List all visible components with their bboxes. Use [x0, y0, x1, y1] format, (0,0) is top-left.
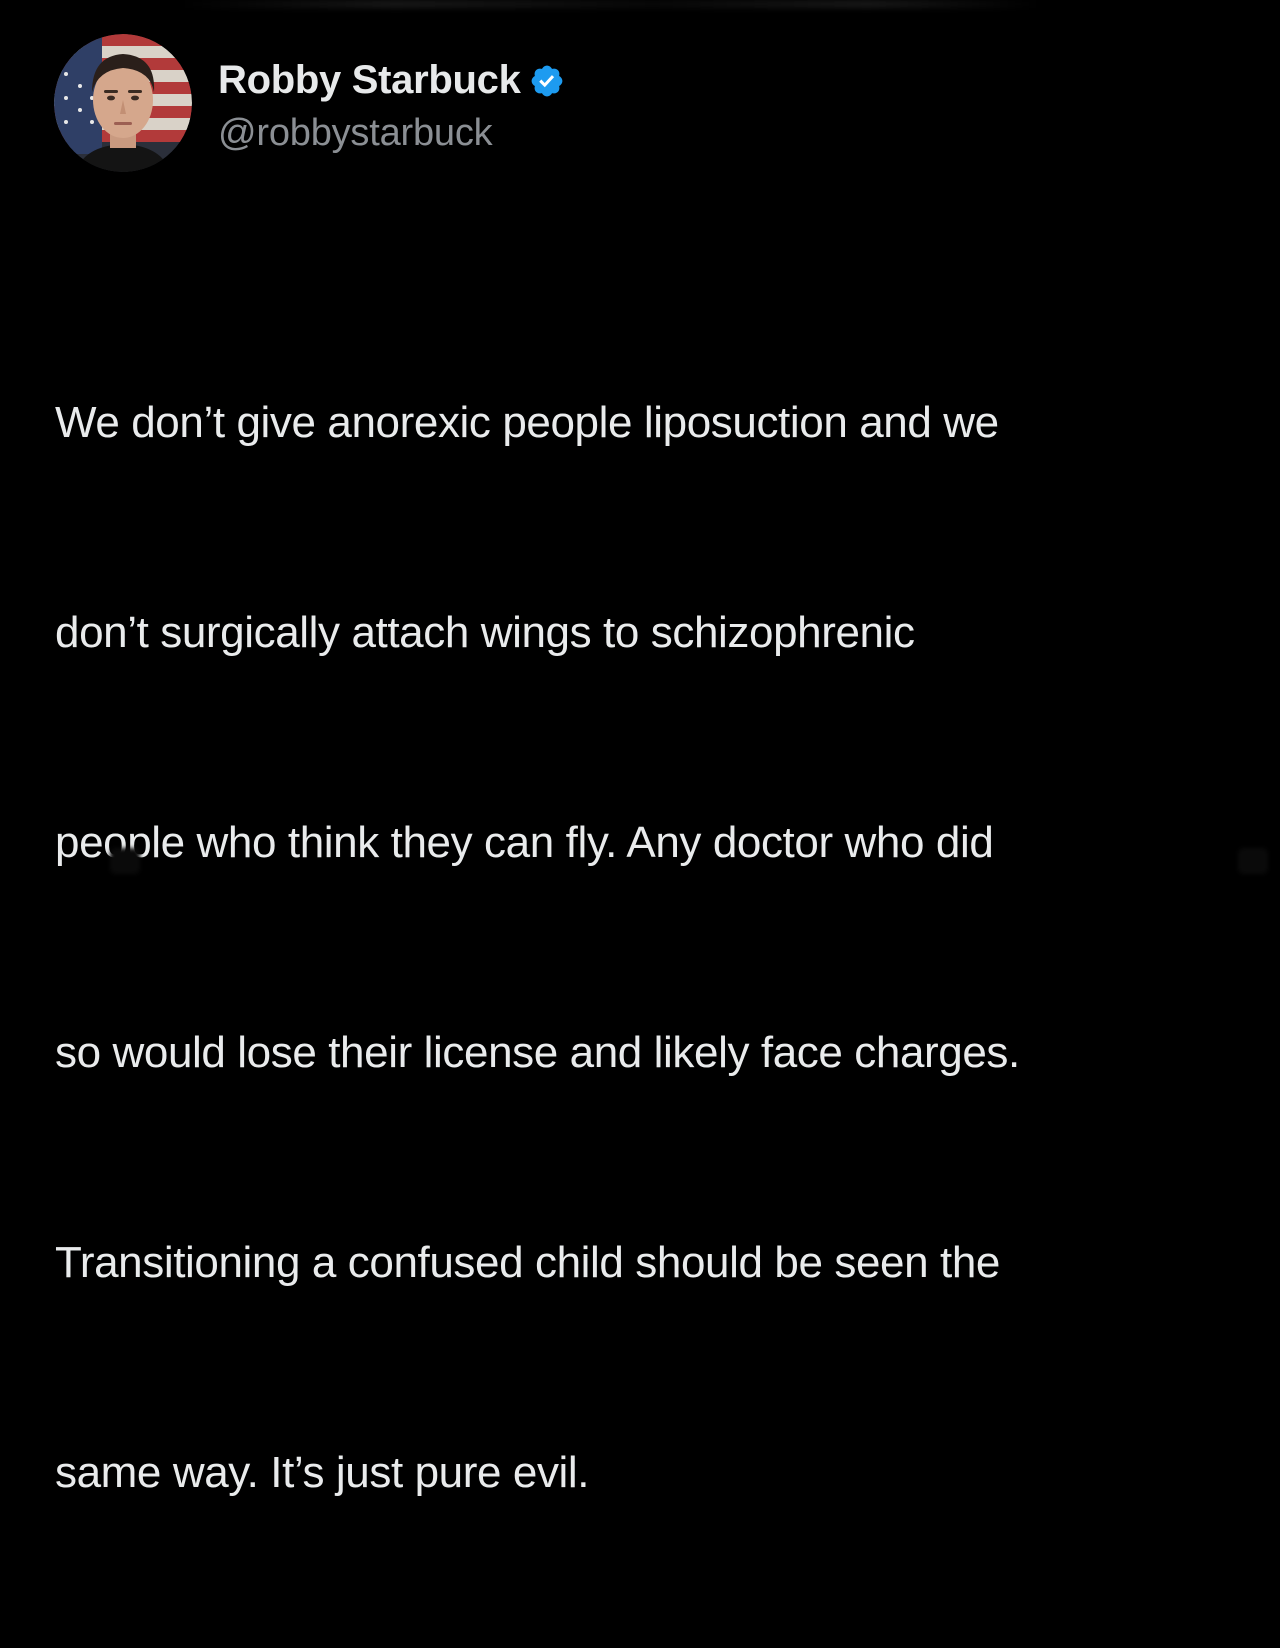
author-meta: Robby Starbuck @robbystarbuck — [218, 52, 565, 155]
tweet-text-line: Transitioning a confused child should be… — [55, 1238, 1000, 1287]
tweet-text-line: We don’t give anorexic people liposuctio… — [55, 398, 999, 447]
author-handle[interactable]: @robbystarbuck — [218, 112, 565, 155]
name-line: Robby Starbuck — [218, 52, 565, 110]
tweet-text-line: don’t surgically attach wings to schizop… — [55, 608, 915, 657]
verified-check-badge-icon[interactable] — [529, 63, 565, 99]
profile-photo-with-us-flag-icon — [54, 34, 192, 172]
avatar[interactable] — [54, 34, 192, 172]
display-name[interactable]: Robby Starbuck — [218, 58, 521, 103]
tweet-author-row[interactable]: Robby Starbuck @robbystarbuck — [54, 34, 565, 172]
tweet-card: Robby Starbuck @robbystarbuck We don’t g… — [0, 0, 1280, 1497]
tweet-text-line: people who think they can fly. Any docto… — [55, 818, 994, 867]
tweet-text-line: so would lose their license and likely f… — [55, 1028, 1020, 1077]
faded-share-icon — [1238, 848, 1268, 874]
tweet-text-line: same way. It’s just pure evil. — [55, 1448, 590, 1497]
image-edge-artifact — [180, 0, 1040, 8]
tweet-text: We don’t give anorexic people liposuctio… — [55, 248, 1245, 1648]
faded-reply-icon — [110, 848, 140, 874]
